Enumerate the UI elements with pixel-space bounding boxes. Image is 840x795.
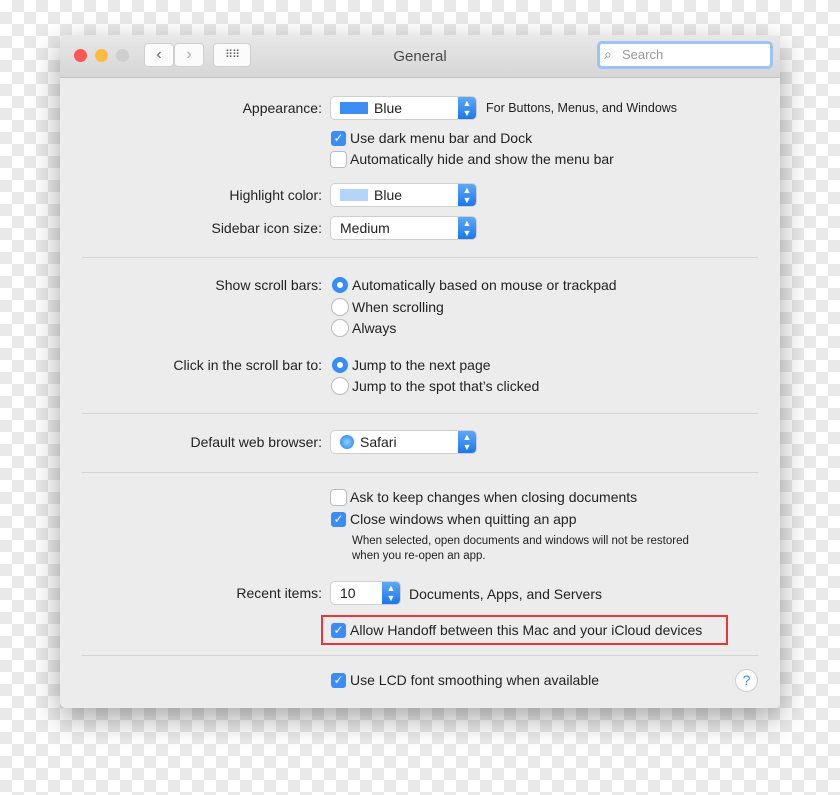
help-button[interactable]: ? (736, 670, 757, 691)
popup-value: Medium (340, 220, 390, 236)
appearance-note: For Buttons, Menus, and Windows (486, 101, 678, 115)
radio-spot-clicked[interactable] (332, 378, 348, 394)
help-note: When selected, open documents and window… (352, 535, 689, 547)
browser-label: Default web browser: (190, 434, 322, 450)
handoff-checkbox[interactable]: ✓ (331, 623, 346, 638)
search-placeholder: Search (622, 47, 664, 62)
ask-keep-checkbox[interactable] (331, 490, 346, 505)
search-input[interactable]: ⌕ Search (597, 41, 773, 69)
safari-icon (340, 435, 354, 449)
chevron-updown-icon: ▲ ▼ (458, 97, 476, 119)
highlight-label: Highlight color: (229, 187, 322, 203)
click-scroll-label: Click in the scroll bar to: (173, 357, 322, 373)
auto-hide-label: Automatically hide and show the menu bar (350, 151, 614, 167)
sidebar-size-label: Sidebar icon size: (211, 220, 322, 236)
appearance-label: Appearance: (242, 100, 322, 116)
color-swatch (340, 189, 368, 201)
radio-label: When scrolling (352, 299, 444, 315)
title-bar: ‹ › ⠿⠿ General ⌕ Search (60, 35, 780, 78)
popup-value: Safari (360, 434, 397, 450)
chevron-updown-icon: ▲ ▼ (458, 184, 476, 206)
radio-scroll-always[interactable] (332, 320, 348, 336)
preferences-window: ‹ › ⠿⠿ General ⌕ Search Appearance: Blue ▲… (60, 35, 780, 708)
radio-next-page[interactable] (332, 357, 348, 373)
scroll-bars-label: Show scroll bars: (215, 277, 322, 293)
chevron-updown-icon: ▲ ▼ (458, 217, 476, 239)
recent-suffix: Documents, Apps, and Servers (409, 586, 602, 602)
radio-scroll-when-scrolling[interactable] (332, 299, 348, 315)
browser-popup[interactable]: Safari ▲ ▼ (331, 431, 476, 453)
radio-scroll-auto[interactable] (332, 277, 348, 293)
appearance-popup[interactable]: Blue ▲ ▼ (331, 97, 476, 119)
divider (82, 655, 758, 656)
lcd-label: Use LCD font smoothing when available (350, 672, 600, 688)
divider (82, 413, 758, 414)
lcd-checkbox[interactable]: ✓ (331, 673, 346, 688)
divider (82, 257, 758, 258)
close-windows-checkbox[interactable]: ✓ (331, 512, 346, 527)
radio-label: Automatically based on mouse or trackpad (352, 277, 617, 293)
chevron-updown-icon: ▲ ▼ (458, 431, 476, 453)
dark-menu-checkbox[interactable]: ✓ (331, 131, 346, 146)
highlight-popup[interactable]: Blue ▲ ▼ (331, 184, 476, 206)
popup-value: 10 (340, 585, 356, 601)
help-note: when you re-open an app. (352, 550, 486, 562)
close-windows-label: Close windows when quitting an app (350, 511, 577, 527)
chevron-updown-icon: ▲ ▼ (382, 582, 400, 604)
dark-menu-label: Use dark menu bar and Dock (350, 130, 533, 146)
recent-label: Recent items: (236, 585, 322, 601)
color-swatch (340, 102, 368, 114)
recent-items-popup[interactable]: 10 ▲ ▼ (331, 582, 400, 604)
radio-label: Always (352, 320, 397, 336)
radio-label: Jump to the next page (352, 357, 491, 373)
ask-keep-label: Ask to keep changes when closing documen… (350, 489, 638, 505)
popup-value: Blue (374, 100, 403, 116)
search-icon: ⌕ (604, 46, 612, 62)
auto-hide-checkbox[interactable] (331, 152, 346, 167)
handoff-label: Allow Handoff between this Mac and your … (350, 622, 703, 638)
sidebar-size-popup[interactable]: Medium ▲ ▼ (331, 217, 476, 239)
radio-label: Jump to the spot that’s clicked (352, 378, 540, 394)
popup-value: Blue (374, 187, 403, 203)
divider (82, 472, 758, 473)
